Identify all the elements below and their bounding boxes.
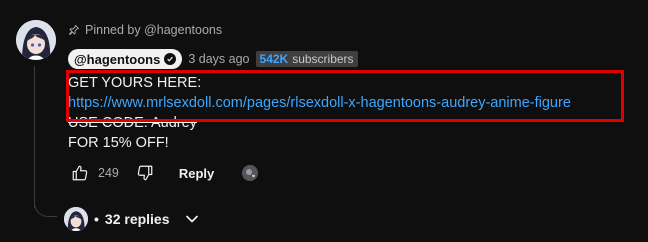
dislike-button[interactable] — [133, 161, 157, 185]
thread-line — [34, 66, 35, 208]
comment-actions: 249 Reply — [68, 161, 259, 185]
chevron-down-icon[interactable] — [182, 209, 202, 229]
reply-avatar — [64, 207, 88, 231]
subscriber-badge: 542K subscribers — [255, 51, 358, 67]
thumbs-up-icon — [72, 165, 88, 181]
pin-icon — [69, 25, 79, 35]
verified-icon — [164, 53, 177, 65]
channel-avatar[interactable] — [16, 20, 56, 60]
thread-connector — [34, 196, 57, 217]
like-count: 249 — [98, 166, 119, 180]
subscriber-count: 542K — [259, 52, 289, 66]
comment-body: GET YOURS HERE: https://www.mrlsexdoll.c… — [68, 73, 571, 153]
subscriber-label: subscribers — [292, 52, 354, 66]
comment-line-1: GET YOURS HERE: — [68, 75, 202, 91]
pinned-indicator: Pinned by @hagentoons — [68, 23, 222, 37]
view-replies-button[interactable]: • 32 replies — [64, 207, 202, 231]
author-name[interactable]: @hagentoons — [74, 52, 160, 67]
comment-line-4: FOR 15% OFF! — [68, 135, 169, 151]
pinned-label: Pinned by @hagentoons — [85, 23, 223, 37]
replies-count[interactable]: 32 replies — [105, 211, 170, 227]
creator-heart-icon — [242, 165, 259, 181]
reply-button[interactable]: Reply — [179, 166, 214, 181]
comment-header: @hagentoons 3 days ago 542K subscribers — [68, 49, 358, 69]
comment-timestamp[interactable]: 3 days ago — [188, 52, 249, 66]
author-name-chip[interactable]: @hagentoons — [68, 49, 183, 69]
like-button[interactable] — [68, 161, 92, 185]
comment-link[interactable]: https://www.mrlsexdoll.com/pages/rlsexdo… — [68, 93, 571, 113]
separator-dot: • — [94, 211, 99, 227]
thumbs-down-icon — [137, 165, 153, 181]
comment-line-3: USE CODE: Audrey — [68, 115, 197, 131]
